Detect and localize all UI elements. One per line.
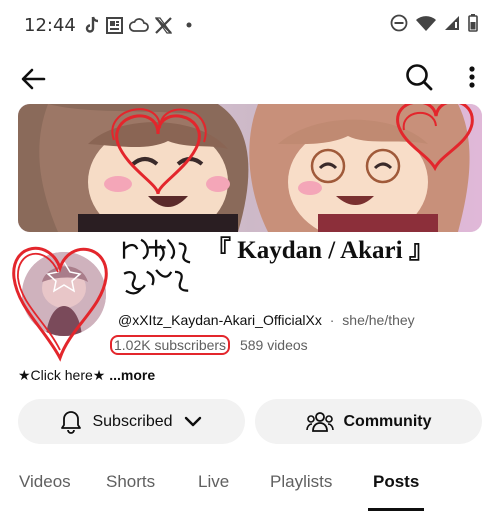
tab-shorts[interactable]: Shorts bbox=[106, 472, 155, 492]
subscribed-label: Subscribed bbox=[92, 412, 173, 430]
tab-posts[interactable]: Posts bbox=[373, 472, 419, 492]
channel-description[interactable]: ★Click here★ ...more bbox=[18, 367, 155, 384]
chevron-down-icon bbox=[184, 416, 201, 426]
status-left-icons bbox=[84, 16, 192, 34]
pronouns: she/he/they bbox=[342, 312, 415, 328]
more-link[interactable]: ...more bbox=[109, 367, 155, 383]
arrow-left-icon bbox=[21, 68, 46, 90]
tiktok-icon bbox=[84, 16, 100, 34]
description-text: ★Click here★ bbox=[18, 367, 106, 383]
back-button[interactable] bbox=[18, 64, 48, 94]
separator: · bbox=[329, 312, 335, 328]
status-time: 12:44 bbox=[24, 14, 76, 36]
search-button[interactable] bbox=[404, 62, 434, 92]
search-icon bbox=[406, 64, 433, 91]
community-button[interactable]: Community bbox=[255, 399, 482, 444]
channel-banner bbox=[18, 104, 482, 232]
subscribed-button[interactable]: Subscribed bbox=[18, 399, 245, 444]
active-tab-indicator bbox=[368, 508, 424, 511]
news-icon bbox=[105, 16, 123, 34]
dot-icon bbox=[186, 22, 192, 28]
community-label: Community bbox=[343, 412, 432, 430]
cloud-icon bbox=[128, 18, 149, 32]
tab-videos[interactable]: Videos bbox=[19, 472, 71, 492]
channel-avatar[interactable] bbox=[10, 238, 110, 362]
do-not-disturb-icon bbox=[390, 14, 408, 32]
status-right-icons bbox=[390, 14, 478, 32]
more-options-button[interactable] bbox=[462, 62, 482, 92]
wifi-icon bbox=[416, 15, 436, 31]
signal-icon bbox=[444, 15, 460, 31]
community-icon bbox=[305, 411, 334, 432]
decorative-glyphs bbox=[122, 238, 191, 295]
x-logo-icon bbox=[154, 16, 172, 34]
channel-stats: 1.02K subscribers 589 videos bbox=[110, 335, 308, 355]
status-bar: 12:44 bbox=[0, 0, 500, 50]
battery-icon bbox=[468, 14, 478, 32]
bell-icon bbox=[61, 410, 82, 434]
channel-handle: @xXItz_Kaydan-Akari_OfficialXx bbox=[118, 312, 322, 328]
tab-live[interactable]: Live bbox=[198, 472, 229, 492]
subscriber-count: 1.02K subscribers bbox=[110, 335, 231, 355]
app-bar bbox=[0, 52, 500, 104]
red-heart-scribble bbox=[12, 246, 108, 362]
channel-tabs: Videos Shorts Live Playlists Posts bbox=[0, 464, 500, 512]
channel-handle-row: @xXItz_Kaydan-Akari_OfficialXx · she/he/… bbox=[118, 312, 415, 328]
tab-playlists[interactable]: Playlists bbox=[270, 472, 332, 492]
more-vert-icon bbox=[469, 66, 475, 88]
video-count: 589 videos bbox=[239, 337, 308, 353]
